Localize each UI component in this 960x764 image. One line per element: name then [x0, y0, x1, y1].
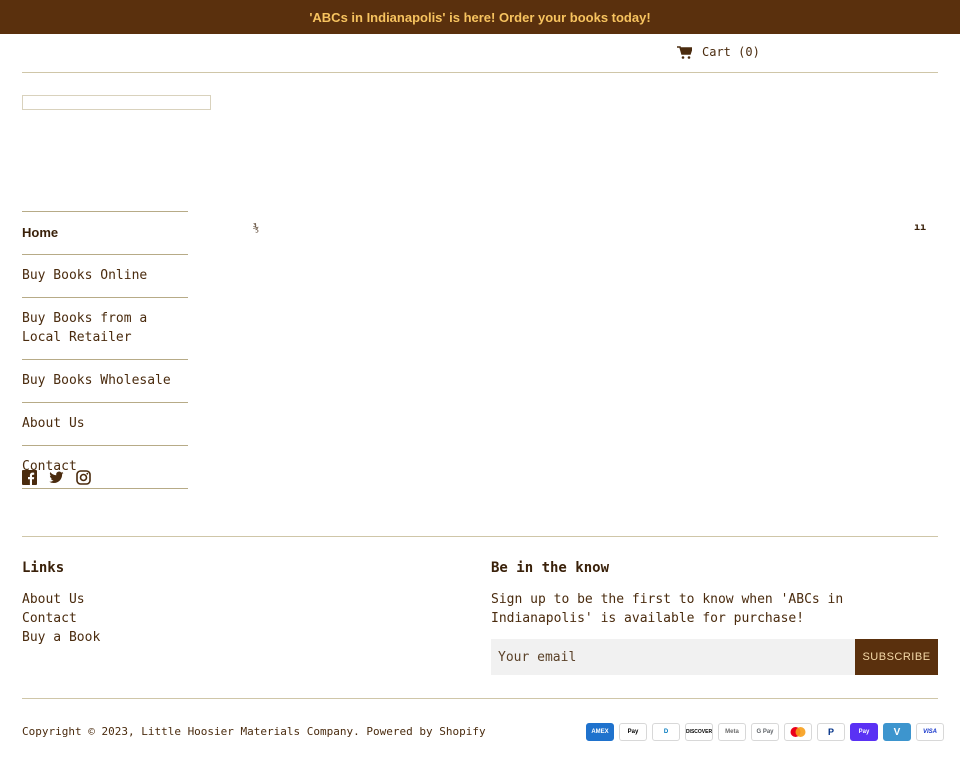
diners-club-icon: D — [652, 723, 680, 741]
footer-divider-bottom — [22, 698, 938, 699]
footer-link-contact[interactable]: Contact — [22, 609, 100, 628]
cart-count: (0) — [738, 45, 760, 59]
instagram-icon[interactable] — [76, 470, 91, 485]
cart-label: Cart — [702, 45, 731, 59]
nav-item-about-us[interactable]: About Us — [22, 402, 188, 445]
announcement-bar[interactable]: 'ABCs in Indianapolis' is here! Order yo… — [0, 0, 960, 34]
footer-link-about-us[interactable]: About Us — [22, 590, 100, 609]
footer-links-section: Links About Us Contact Buy a Book — [22, 560, 100, 647]
footer-link-buy-a-book[interactable]: Buy a Book — [22, 628, 100, 647]
nav-divider — [22, 488, 188, 489]
footer-links-heading: Links — [22, 560, 65, 576]
footer-divider-top — [22, 536, 938, 537]
nav-item-buy-books-wholesale[interactable]: Buy Books Wholesale — [22, 359, 188, 402]
header-divider — [22, 72, 938, 73]
visa-icon: VISA — [916, 723, 944, 741]
apple-pay-icon: Pay — [619, 723, 647, 741]
nav-item-buy-books-online[interactable]: Buy Books Online — [22, 254, 188, 297]
facebook-icon[interactable] — [22, 470, 37, 485]
copyright-text: Copyright © 2023, Little Hoosier Materia… — [22, 725, 486, 738]
nav-item-home[interactable]: Home — [22, 211, 188, 254]
newsletter-form: SUBSCRIBE — [491, 639, 938, 675]
nav-item-buy-books-local-retailer[interactable]: Buy Books from a Local Retailer — [22, 297, 188, 359]
newsletter-text: Sign up to be the first to know when 'AB… — [491, 592, 844, 626]
newsletter-section: Be in the know Sign up to be the first t… — [491, 560, 938, 675]
site-logo[interactable] — [22, 95, 211, 110]
discover-icon: DISCOVER — [685, 723, 713, 741]
google-pay-icon: G Pay — [751, 723, 779, 741]
amex-icon: AMEX — [586, 723, 614, 741]
slideshow-prev-control[interactable]: ⅗ — [253, 223, 259, 234]
slideshow-pause-button[interactable]: ıı — [914, 222, 926, 233]
cart-icon — [677, 45, 692, 59]
mastercard-icon — [784, 723, 812, 741]
sidebar-nav: Home Buy Books Online Buy Books from a L… — [22, 211, 188, 489]
subscribe-button[interactable]: SUBSCRIBE — [855, 639, 938, 675]
announcement-text[interactable]: 'ABCs in Indianapolis' is here! Order yo… — [309, 10, 650, 25]
cart-link[interactable]: Cart (0) — [677, 44, 760, 60]
shop-pay-icon: Pay — [850, 723, 878, 741]
twitter-icon[interactable] — [49, 470, 64, 485]
payment-icons: AMEX Pay D DISCOVER Meta G Pay P Pay V V… — [586, 723, 944, 741]
paypal-icon: P — [817, 723, 845, 741]
meta-pay-icon: Meta — [718, 723, 746, 741]
venmo-icon: V — [883, 723, 911, 741]
email-field[interactable] — [491, 639, 855, 675]
newsletter-heading: Be in the know — [491, 560, 610, 576]
social-links — [22, 470, 91, 485]
